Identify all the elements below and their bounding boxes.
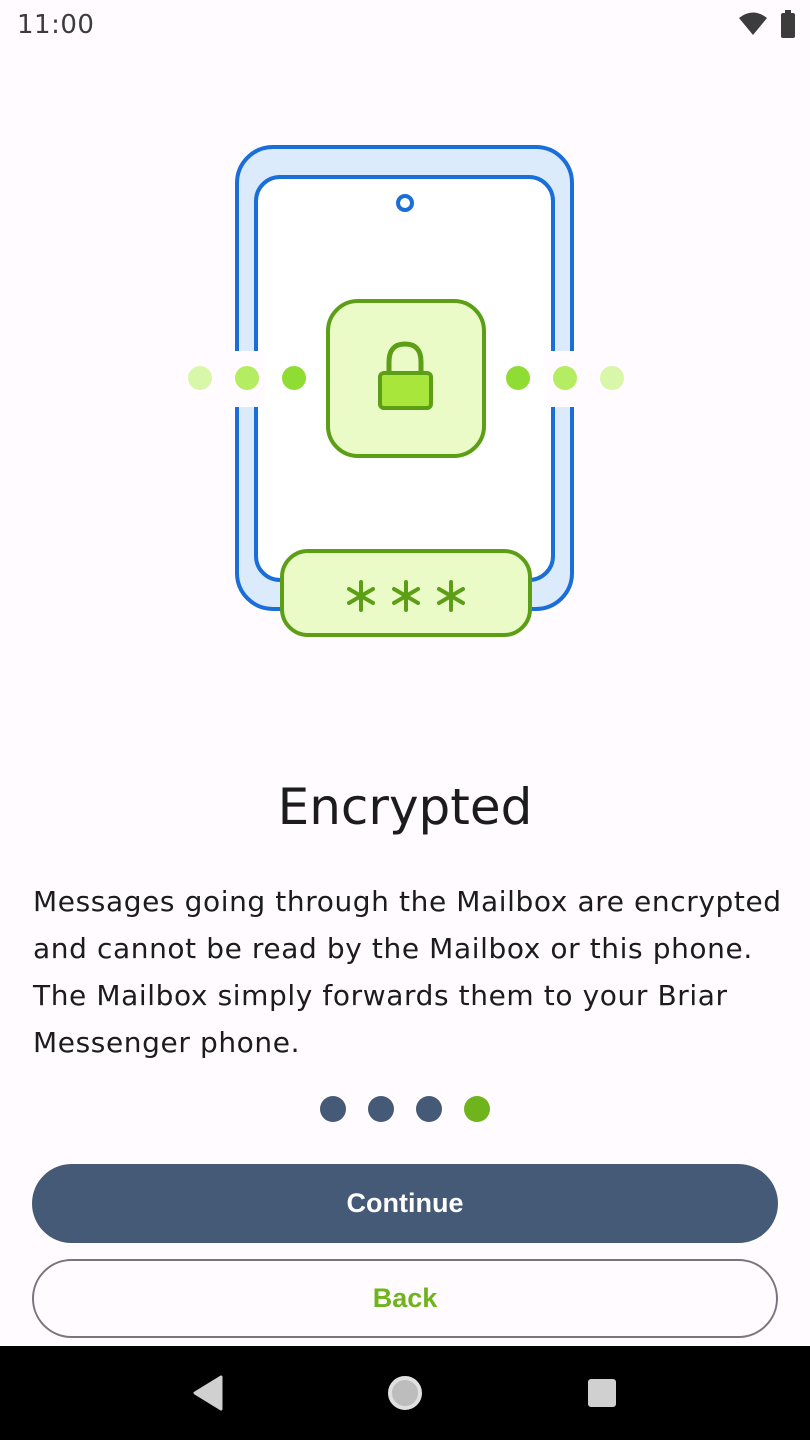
nav-home-button[interactable] — [375, 1363, 435, 1423]
wifi-icon — [738, 11, 768, 42]
page-dot-4-active — [464, 1096, 490, 1122]
status-bar: 11:00 — [0, 0, 810, 50]
status-time: 11:00 — [17, 10, 95, 40]
page-dot-3 — [416, 1096, 442, 1122]
page-dot-1 — [320, 1096, 346, 1122]
status-icons — [738, 10, 796, 43]
recents-square-icon — [587, 1379, 616, 1407]
back-button[interactable]: Back — [32, 1259, 778, 1338]
nav-recents-button[interactable] — [572, 1363, 632, 1423]
encrypted-phone-illustration — [170, 130, 640, 660]
back-triangle-icon — [193, 1375, 223, 1411]
page-indicator — [0, 1096, 810, 1122]
page-dot-2 — [368, 1096, 394, 1122]
right-transfer-dots — [506, 366, 624, 390]
continue-button[interactable]: Continue — [32, 1164, 778, 1243]
description-text: Messages going through the Mailbox are e… — [33, 885, 782, 1059]
home-circle-icon — [387, 1376, 422, 1410]
nav-back-button[interactable] — [178, 1363, 238, 1423]
page-title: Encrypted — [277, 778, 533, 836]
mailbox-onboarding-screen: 11:00 Encrypted Messages going through t… — [0, 0, 810, 1440]
camera-dot — [396, 194, 414, 212]
system-navigation-bar — [0, 1346, 810, 1440]
left-transfer-dots — [188, 366, 306, 390]
battery-icon — [780, 10, 796, 43]
